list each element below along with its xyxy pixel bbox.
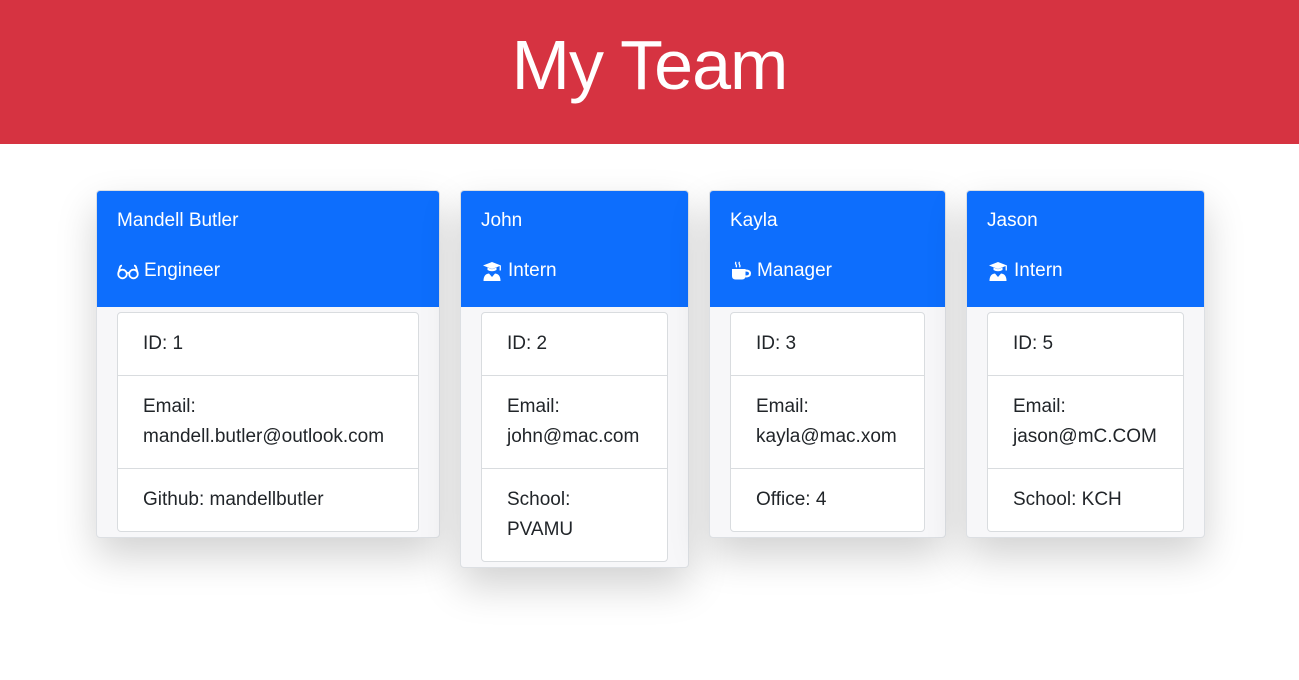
employee-role: Manager xyxy=(730,258,925,284)
graduate-icon xyxy=(987,261,1009,281)
role-label: Intern xyxy=(508,260,557,281)
school-label: School: xyxy=(507,489,571,510)
email-link[interactable]: mandell.butler@outlook.com xyxy=(143,422,393,452)
employee-role: Engineer xyxy=(117,258,419,284)
office-number: Office: 4 xyxy=(756,489,827,510)
card-body: ID: 1 Email: mandell.butler@outlook.com … xyxy=(97,307,439,537)
github-item: Github: mandellbutler xyxy=(118,469,418,531)
employee-role: Intern xyxy=(987,258,1184,284)
id-item: ID: 1 xyxy=(118,313,418,376)
id-text: ID: 2 xyxy=(507,333,548,354)
id-item: ID: 2 xyxy=(482,313,667,376)
employee-name: Kayla xyxy=(730,210,778,231)
employee-card: Kayla Manager ID: 3 Email: kayla@mac.xom… xyxy=(709,190,946,538)
employee-name: Jason xyxy=(987,210,1038,231)
school-value: PVAMU xyxy=(507,519,574,540)
office-item: Office: 4 xyxy=(731,469,924,531)
page-header: My Team xyxy=(0,0,1299,144)
id-text: ID: 3 xyxy=(756,333,797,354)
info-list: ID: 2 Email: john@mac.com School: PVAMU xyxy=(481,312,668,562)
info-list: ID: 1 Email: mandell.butler@outlook.com … xyxy=(117,312,419,532)
employee-role: Intern xyxy=(481,258,668,284)
card-header: Kayla Manager xyxy=(710,191,945,307)
card-header: Mandell Butler Engineer xyxy=(97,191,439,307)
card-header: John Intern xyxy=(461,191,688,307)
email-item: Email: mandell.butler@outlook.com xyxy=(118,376,418,469)
email-link[interactable]: john@mac.com xyxy=(507,422,642,452)
employee-card: John Intern ID: 2 Email: john@mac.com Sc… xyxy=(460,190,689,568)
email-link[interactable]: kayla@mac.xom xyxy=(756,422,899,452)
page-title: My Team xyxy=(511,26,789,104)
email-item: Email: jason@mC.COM xyxy=(988,376,1183,469)
employee-name: Mandell Butler xyxy=(117,210,239,231)
card-header: Jason Intern xyxy=(967,191,1204,307)
role-label: Engineer xyxy=(144,260,221,281)
employee-name: John xyxy=(481,210,523,231)
card-body: ID: 3 Email: kayla@mac.xom Office: 4 xyxy=(710,307,945,537)
id-text: ID: 1 xyxy=(143,333,184,354)
github-link[interactable]: Github: mandellbutler xyxy=(143,485,393,515)
employee-card: Jason Intern ID: 5 Email: jason@mC.COM S… xyxy=(966,190,1205,538)
email-label: Email: xyxy=(143,396,196,417)
id-text: ID: 5 xyxy=(1013,333,1054,354)
id-item: ID: 5 xyxy=(988,313,1183,376)
school-label: School: KCH xyxy=(1013,489,1122,510)
info-list: ID: 5 Email: jason@mC.COM School: KCH xyxy=(987,312,1184,532)
id-item: ID: 3 xyxy=(731,313,924,376)
coffee-icon xyxy=(730,261,752,281)
email-label: Email: xyxy=(1013,396,1066,417)
email-label: Email: xyxy=(507,396,560,417)
role-label: Intern xyxy=(1014,260,1063,281)
email-link[interactable]: jason@mC.COM xyxy=(1013,422,1158,452)
email-label: Email: xyxy=(756,396,809,417)
team-area: Mandell Butler Engineer ID: 1 Email: man… xyxy=(0,144,1299,680)
info-list: ID: 3 Email: kayla@mac.xom Office: 4 xyxy=(730,312,925,532)
school-item: School: KCH xyxy=(988,469,1183,531)
graduate-icon xyxy=(481,261,503,281)
employee-card: Mandell Butler Engineer ID: 1 Email: man… xyxy=(96,190,440,538)
role-label: Manager xyxy=(757,260,832,281)
school-item: School: PVAMU xyxy=(482,469,667,561)
email-item: Email: kayla@mac.xom xyxy=(731,376,924,469)
card-body: ID: 5 Email: jason@mC.COM School: KCH xyxy=(967,307,1204,537)
glasses-icon xyxy=(117,261,139,281)
email-item: Email: john@mac.com xyxy=(482,376,667,469)
card-body: ID: 2 Email: john@mac.com School: PVAMU xyxy=(461,307,688,567)
